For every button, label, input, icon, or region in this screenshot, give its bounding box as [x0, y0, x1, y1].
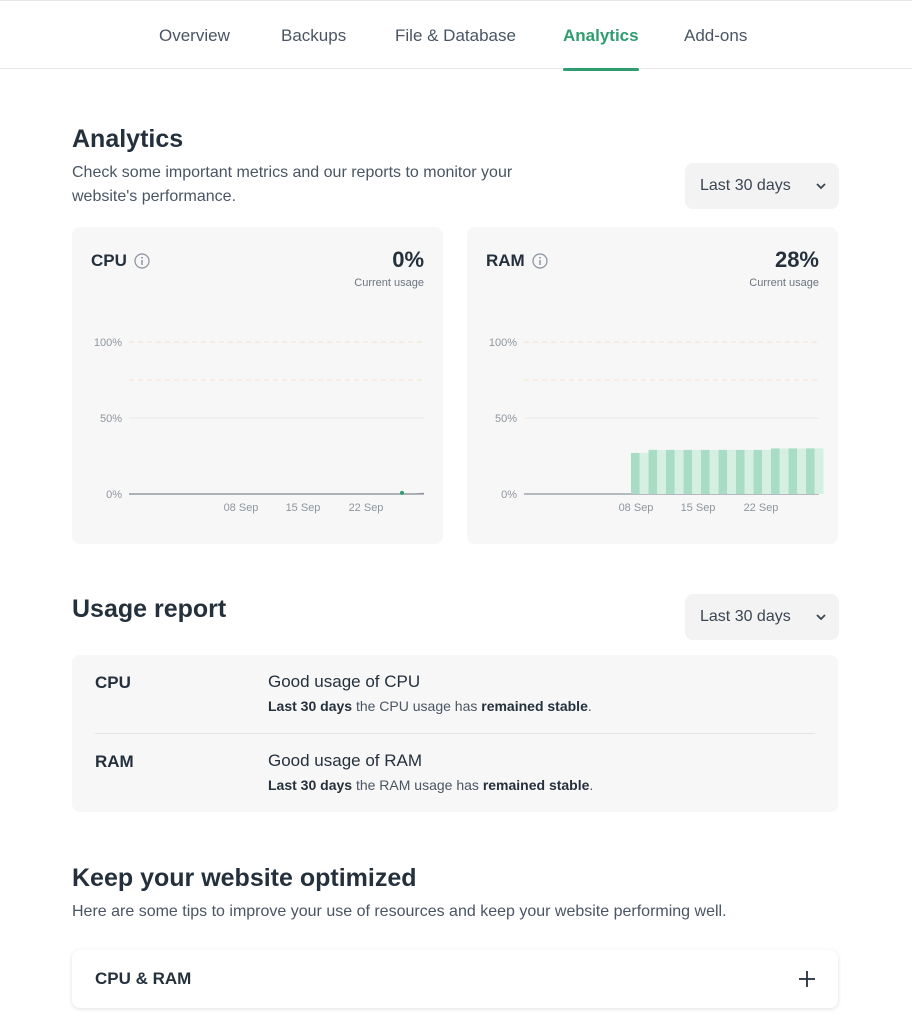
chart-bar-gap: [797, 448, 806, 494]
chart-bar: [788, 448, 798, 494]
chart-bar-gap: [744, 449, 754, 494]
chart-bar-gap: [692, 449, 701, 494]
usage-report-title: Usage report: [72, 595, 227, 623]
chart-bar-gap: [709, 449, 719, 494]
x-tick-label: 22 Sep: [349, 502, 384, 514]
tab-analytics[interactable]: Analytics: [563, 1, 639, 71]
chart-bar-gap: [727, 449, 736, 494]
usage-detail-end: .: [587, 698, 592, 714]
chart-line: [129, 492, 425, 495]
chevron-down-icon: [815, 594, 827, 659]
chart-bar-gap: [674, 449, 684, 494]
chart-bar: [753, 449, 763, 494]
chart-bar-gap: [657, 449, 666, 494]
chart-bar: [666, 449, 675, 494]
chart-bar: [648, 449, 658, 494]
tab-add-ons[interactable]: Add-ons: [684, 1, 747, 70]
chart-bar: [718, 449, 728, 494]
tab-overview[interactable]: Overview: [159, 1, 230, 70]
ram-chart: 100% 50% 0% 08 Sep 15 Sep 22 Sep: [489, 337, 824, 514]
optimize-title: Keep your website optimized: [72, 864, 417, 892]
x-tick-label: 08 Sep: [224, 502, 259, 514]
chart-bar: [771, 448, 780, 494]
y-tick-label: 100%: [94, 337, 122, 349]
chart-bar: [701, 449, 710, 494]
y-tick-label: 50%: [495, 413, 517, 425]
row-divider: [95, 733, 815, 734]
x-tick-label: 15 Sep: [286, 502, 321, 514]
chart-bar-gap: [779, 448, 789, 494]
optimize-description: Here are some tips to improve your use o…: [72, 903, 727, 920]
usage-detail-text: the CPU usage has: [352, 698, 482, 714]
usage-period: Last 30 days: [268, 698, 353, 714]
usage-row-label: RAM: [95, 752, 134, 771]
analytics-range-select[interactable]: Last 30 days: [685, 163, 839, 209]
usage-status: remained stable: [482, 777, 590, 793]
x-tick-label: 15 Sep: [681, 502, 716, 514]
tab-file-database[interactable]: File & Database: [395, 1, 516, 70]
x-tick-label: 08 Sep: [619, 502, 654, 514]
cpu-card: CPU 0% Current usage 100% 50% 0% 08 Sep 15 S…: [72, 227, 443, 544]
cpu-chart: 100% 50% 0% 08 Sep 15 Sep 22 Sep: [94, 337, 425, 514]
chevron-down-icon: [815, 163, 827, 228]
usage-period: Last 30 days: [268, 777, 353, 793]
chart-bar: [631, 452, 640, 494]
usage-row-title: Good usage of RAM: [268, 751, 423, 770]
y-tick-label: 0%: [501, 489, 517, 501]
usage-row-detail: Last 30 days the CPU usage has remained …: [268, 698, 592, 714]
tab-backups[interactable]: Backups: [281, 1, 346, 70]
usage-report-list: CPU Good usage of CPU Last 30 days the C…: [72, 655, 838, 812]
y-tick-label: 0%: [106, 489, 122, 501]
usage-row-detail: Last 30 days the RAM usage has remained …: [268, 777, 593, 793]
chart-bar-gap: [762, 449, 771, 494]
chart-bar: [683, 449, 693, 494]
chart-bar-gap: [639, 452, 649, 494]
usage-range-value: Last 30 days: [700, 608, 791, 625]
chart-bar: [806, 448, 815, 494]
usage-range-select[interactable]: Last 30 days: [685, 594, 839, 640]
x-tick-label: 22 Sep: [744, 502, 779, 514]
chart-bar-gap: [814, 448, 824, 494]
accordion-label: CPU & RAM: [95, 969, 192, 988]
usage-detail-end: .: [589, 777, 594, 793]
y-tick-label: 100%: [489, 337, 517, 349]
chart-bar: [736, 449, 745, 494]
usage-detail-text: the RAM usage has: [352, 777, 483, 793]
analytics-range-value: Last 30 days: [700, 177, 791, 194]
cpu-ram-accordion[interactable]: CPU & RAM: [72, 950, 838, 1008]
analytics-description-line1: Check some important metrics and our rep…: [72, 164, 513, 181]
usage-row-title: Good usage of CPU: [268, 672, 421, 691]
chart-point: [400, 490, 404, 495]
usage-row-label: CPU: [95, 673, 131, 692]
analytics-title: Analytics: [72, 125, 184, 153]
section-tabs: Overview Backups File & Database Analyti…: [0, 0, 912, 71]
ram-card: RAM 28% Current usage 100% 50% 0% 08 Sep 15 …: [467, 227, 838, 544]
plus-icon[interactable]: [798, 970, 816, 988]
usage-status: remained stable: [481, 698, 588, 714]
analytics-description: Check some important metrics and our rep…: [72, 161, 512, 209]
analytics-description-line2: website's performance.: [72, 188, 237, 205]
y-tick-label: 50%: [100, 413, 122, 425]
